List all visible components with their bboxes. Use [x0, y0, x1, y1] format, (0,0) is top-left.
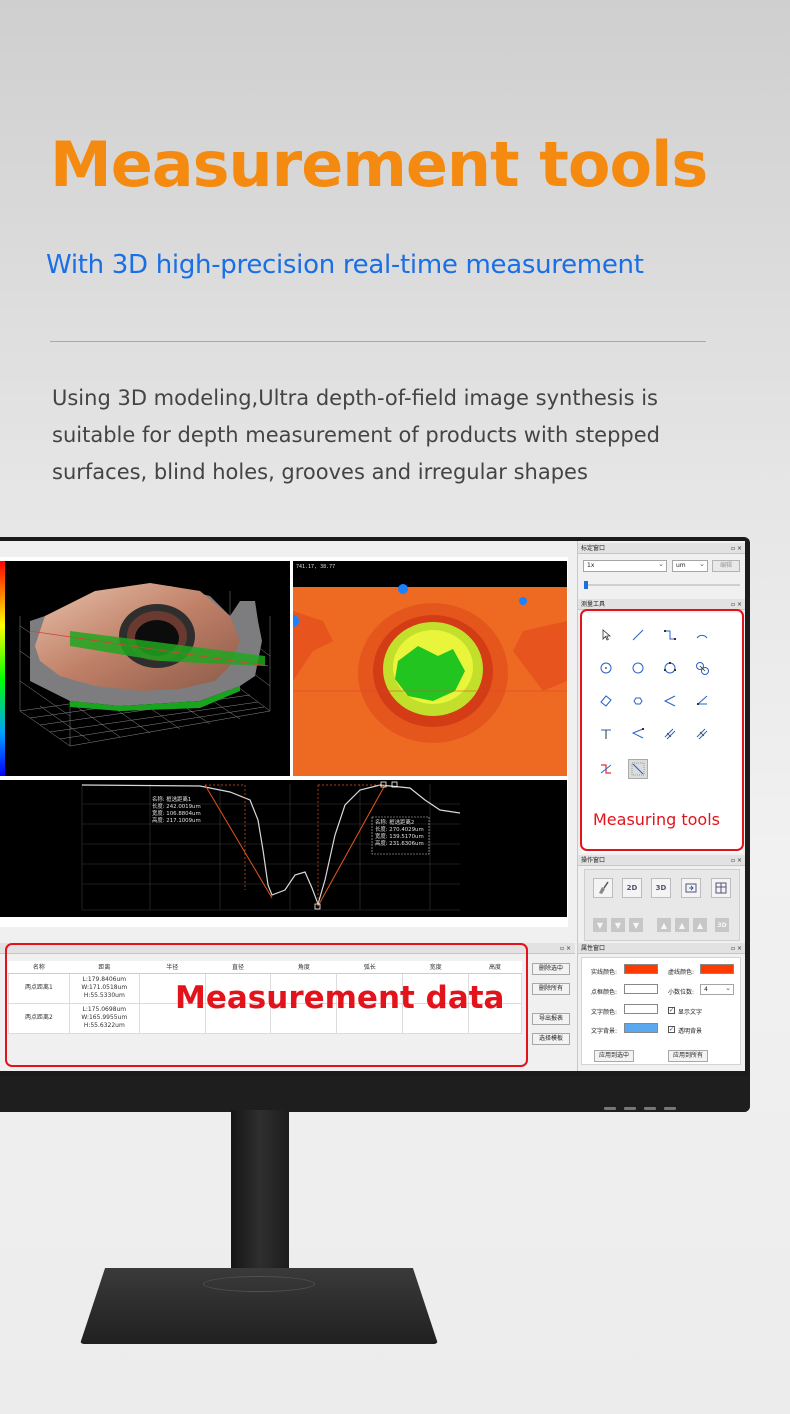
- profile-label-2-width: 宽度: 139.5170um: [375, 832, 424, 840]
- heatmap-render: [293, 584, 567, 776]
- monitor-leds: [604, 1107, 676, 1110]
- transparent-bg-label: 透明背景: [678, 1028, 703, 1035]
- monitor-stand-neck: [231, 1110, 289, 1293]
- zoom-slider-handle[interactable]: [584, 581, 588, 589]
- solid-line-color-swatch[interactable]: [624, 964, 658, 974]
- subheadline: With 3D high-precision real-time measure…: [46, 250, 644, 280]
- profile-label-1-height: 高度: 217.1009um: [152, 816, 201, 824]
- zoom-slider-track[interactable]: [584, 584, 740, 586]
- calibration-panel-title: 标定窗口 ▫ ×: [578, 543, 745, 554]
- export-report-button[interactable]: 导出报表: [532, 1013, 570, 1025]
- view-heatmap[interactable]: 741.17, 38.77: [293, 561, 567, 776]
- description-line: suitable for depth measurement of produc…: [52, 423, 661, 447]
- description: Using 3D modeling,Ultra depth-of-field i…: [52, 380, 742, 491]
- profile-label-2-name: 名称: 框选距离2: [375, 818, 414, 826]
- panel-window-controls[interactable]: ▫ ×: [731, 943, 742, 954]
- screen-capture-icon[interactable]: [681, 878, 701, 898]
- dashed-line-color-label: 虚线颜色:: [668, 969, 695, 976]
- delete-all-button[interactable]: 删除所有: [532, 983, 570, 995]
- view-3d-reset-button[interactable]: 3D: [715, 918, 729, 932]
- clear-brush-icon[interactable]: [593, 878, 613, 898]
- headline: Measurement tools: [50, 128, 708, 201]
- text-bg-label: 文字背景:: [591, 1028, 618, 1035]
- nav-down-icon[interactable]: ▼: [611, 918, 625, 932]
- depth-profile-chart: 名称: 框选距离1 长度: 242.0019um 宽度: 106.8804um …: [81, 781, 461, 911]
- profile-label-2-length: 长度: 270.4029um: [375, 825, 424, 833]
- point-color-label: 点框颜色:: [591, 989, 618, 996]
- apply-all-button[interactable]: 应用到所有: [668, 1050, 708, 1062]
- delete-selected-button[interactable]: 删除选中: [532, 963, 570, 975]
- select-template-button[interactable]: 选择模板: [532, 1033, 570, 1045]
- panel-window-controls[interactable]: ▫ ×: [731, 855, 742, 866]
- decimals-stepper[interactable]: 4: [700, 983, 734, 995]
- view-2d-button[interactable]: 2D: [622, 878, 642, 898]
- operation-buttons: 2D 3D ▼ ▼ ▼ ▲ ▲ ▲ 3D: [584, 869, 740, 941]
- profile-label-1-width: 宽度: 106.8804um: [152, 809, 201, 817]
- point-color-swatch[interactable]: [624, 984, 658, 994]
- text-color-swatch[interactable]: [624, 1004, 658, 1014]
- view-3d[interactable]: [0, 561, 290, 776]
- profile-label-2-height: 高度: 231.6306um: [375, 839, 424, 847]
- solid-line-color-label: 实线颜色:: [591, 969, 618, 976]
- apply-selected-button[interactable]: 应用到选中: [594, 1050, 634, 1062]
- zoom-select[interactable]: 1x: [583, 559, 667, 572]
- nav-down-icon[interactable]: ▼: [629, 918, 643, 932]
- nav-up-icon[interactable]: ▲: [693, 918, 707, 932]
- measurement-data-callout-label: Measurement data: [175, 980, 505, 1016]
- nav-down-icon[interactable]: ▼: [593, 918, 607, 932]
- measuring-tools-callout-label: Measuring tools: [593, 810, 720, 829]
- property-panel-body: 实线颜色: 虚线颜色: 点框颜色: 小数位数: 4 文字颜色: ✓ 显示文字 文…: [581, 957, 741, 1065]
- description-line: surfaces, blind holes, grooves and irreg…: [52, 460, 588, 484]
- panel-window-controls[interactable]: ▫ ×: [560, 943, 571, 954]
- text-bg-color-swatch[interactable]: [624, 1023, 658, 1033]
- decimals-label: 小数位数:: [668, 989, 695, 996]
- description-line: Using 3D modeling,Ultra depth-of-field i…: [52, 386, 658, 410]
- nav-up-icon[interactable]: ▲: [675, 918, 689, 932]
- panel-window-controls[interactable]: ▫ ×: [731, 543, 742, 554]
- profile-label-1-length: 长度: 242.0019um: [152, 802, 201, 810]
- model-3d-render: [0, 561, 271, 776]
- dashed-line-color-swatch[interactable]: [700, 964, 734, 974]
- divider: [50, 341, 706, 342]
- table-icon[interactable]: [711, 878, 731, 898]
- monitor-stand-ring: [203, 1276, 315, 1292]
- text-color-label: 文字颜色:: [591, 1009, 618, 1016]
- show-text-label: 显示文字: [678, 1009, 703, 1016]
- view-profile[interactable]: 名称: 框选距离1 长度: 242.0019um 宽度: 106.8804um …: [0, 780, 567, 917]
- edit-button[interactable]: 编辑: [712, 560, 740, 572]
- show-text-checkbox[interactable]: ✓: [668, 1007, 675, 1014]
- operation-panel-title: 操作窗口 ▫ ×: [578, 855, 745, 866]
- property-panel-title: 属性窗口 ▫ ×: [578, 943, 745, 954]
- view-3d-button[interactable]: 3D: [651, 878, 671, 898]
- transparent-bg-checkbox[interactable]: ✓: [668, 1026, 675, 1033]
- unit-select[interactable]: um: [672, 559, 708, 572]
- nav-up-icon[interactable]: ▲: [657, 918, 671, 932]
- viewer: 741.17, 38.77 名称: 框选距离1 长度: 242.0019um 宽…: [0, 557, 568, 927]
- profile-label-1-name: 名称: 框选距离1: [152, 795, 191, 803]
- heatmap-coordinates: 741.17, 38.77: [296, 564, 336, 570]
